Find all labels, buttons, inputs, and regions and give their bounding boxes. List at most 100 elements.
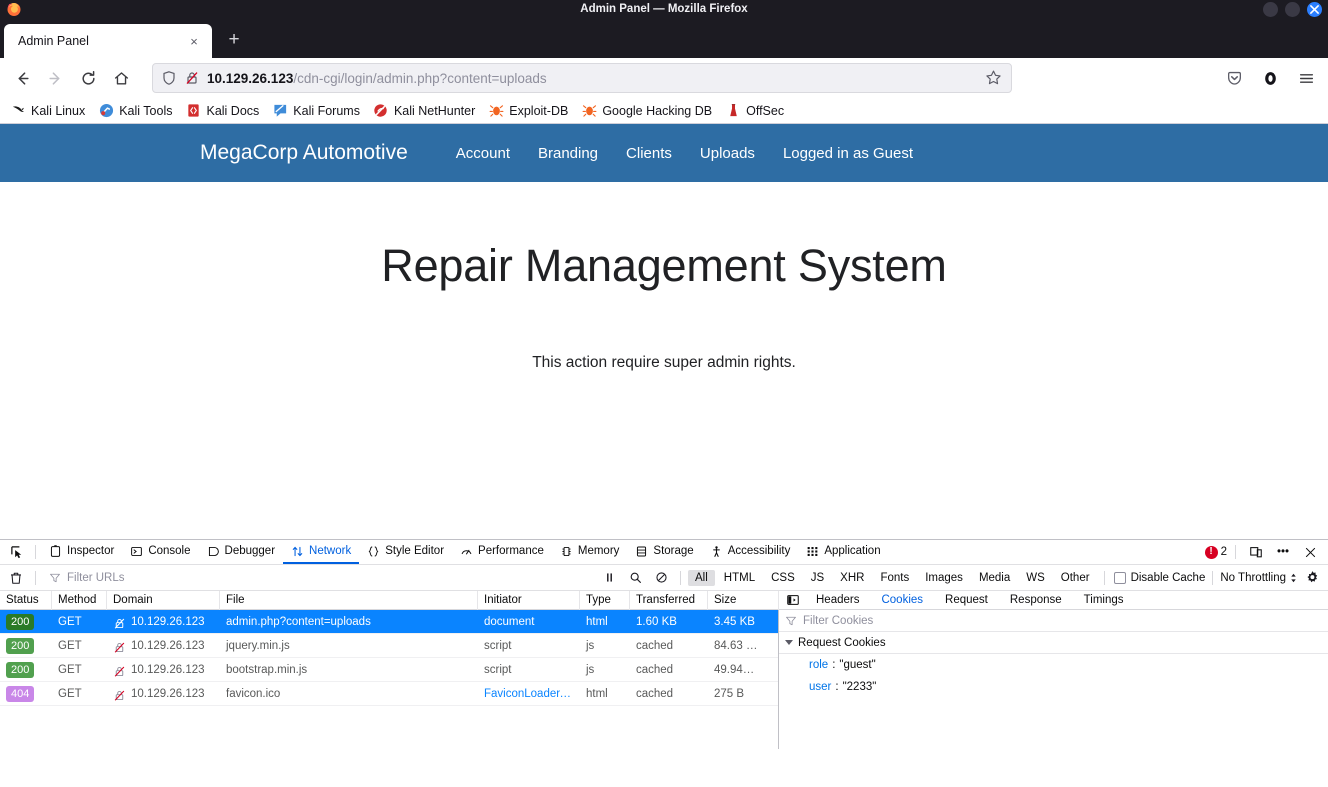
search-icon[interactable] <box>623 567 647 589</box>
network-icon <box>292 546 303 556</box>
close-window-button[interactable] <box>1307 1 1322 17</box>
stepper-arrows-icon <box>1291 573 1296 582</box>
column-header-file[interactable]: File <box>220 590 478 610</box>
devtools-tab-accessibility[interactable]: Accessibility <box>702 540 799 564</box>
filter-cookies-input[interactable]: Filter Cookies <box>779 610 1328 632</box>
table-row[interactable]: 200 GET 10.129.26.123 bootstrap.min.js s… <box>0 658 778 682</box>
cell-size: 3.45 KB <box>714 615 755 628</box>
filter-type-fonts[interactable]: Fonts <box>873 570 916 586</box>
filter-type-js[interactable]: JS <box>804 570 831 586</box>
reload-button[interactable] <box>72 62 104 94</box>
filter-type-html[interactable]: HTML <box>717 570 762 586</box>
table-row[interactable]: 404 GET 10.129.26.123 favicon.ico Favico… <box>0 682 778 706</box>
responsive-design-mode-icon[interactable] <box>1244 541 1268 563</box>
detail-tab-headers[interactable]: Headers <box>805 591 870 609</box>
kali-docs-icon <box>185 103 201 119</box>
filter-type-css[interactable]: CSS <box>764 570 802 586</box>
account-icon[interactable] <box>1254 62 1286 94</box>
cell-type: html <box>586 615 608 628</box>
site-brand[interactable]: MegaCorp Automotive <box>200 141 408 165</box>
bookmark-kali-linux[interactable]: Kali Linux <box>10 103 85 119</box>
column-header-size[interactable]: Size <box>708 590 779 610</box>
bookmark-kali-docs[interactable]: Kali Docs <box>185 103 259 119</box>
shield-icon[interactable] <box>161 70 177 86</box>
nav-link-branding[interactable]: Branding <box>524 145 612 162</box>
new-tab-button[interactable]: + <box>218 24 250 56</box>
network-settings-gear-icon[interactable] <box>1300 567 1324 589</box>
bookmark-star-icon[interactable] <box>985 69 1003 87</box>
element-picker-icon[interactable] <box>4 541 30 563</box>
throttling-dropdown[interactable]: No Throttling <box>1220 572 1298 584</box>
block-requests-icon[interactable] <box>649 567 673 589</box>
filter-type-xhr[interactable]: XHR <box>833 570 871 586</box>
cell-domain: 10.129.26.123 <box>107 634 220 658</box>
pocket-icon[interactable] <box>1218 62 1250 94</box>
column-header-status[interactable]: Status <box>0 590 52 610</box>
close-tab-icon[interactable]: × <box>184 31 204 51</box>
devtools-tab-debugger[interactable]: Debugger <box>199 540 284 564</box>
disable-cache-checkbox[interactable]: Disable Cache <box>1113 571 1205 584</box>
column-header-type[interactable]: Type <box>580 590 630 610</box>
filter-type-other[interactable]: Other <box>1054 570 1097 586</box>
cookie-row[interactable]: role: "guest" <box>779 654 1328 676</box>
app-menu-icon[interactable] <box>1290 62 1322 94</box>
filter-urls-input[interactable]: Filter URLs <box>43 568 595 588</box>
bookmark-offsec[interactable]: OffSec <box>725 103 784 119</box>
devtools-tab-performance[interactable]: Performance <box>452 540 552 564</box>
devtools-toolbar-right: ! 2 ••• <box>1204 541 1324 563</box>
bookmark-kali-nethunter[interactable]: Kali NetHunter <box>373 103 475 119</box>
bookmark-kali-tools[interactable]: Kali Tools <box>98 103 172 119</box>
detail-tab-cookies[interactable]: Cookies <box>870 591 934 609</box>
insecure-connection-icon <box>113 687 126 701</box>
url-text: 10.129.26.123/cdn-cgi/login/admin.php?co… <box>207 71 547 86</box>
browser-tab[interactable]: Admin Panel × <box>4 24 212 58</box>
detail-tab-response[interactable]: Response <box>999 591 1073 609</box>
url-text-container[interactable]: 10.129.26.123/cdn-cgi/login/admin.php?co… <box>207 71 978 86</box>
devtools-tab-application[interactable]: Application <box>798 540 888 564</box>
back-button[interactable] <box>6 62 38 94</box>
tab-label: Application <box>824 545 881 557</box>
bookmark-kali-forums[interactable]: Kali Forums <box>272 103 360 119</box>
filter-type-media[interactable]: Media <box>972 570 1017 586</box>
cookie-row[interactable]: user: "2233" <box>779 676 1328 698</box>
cell-method: GET <box>58 687 82 700</box>
devtools-tab-storage[interactable]: Storage <box>627 540 701 564</box>
bookmark-exploit-db[interactable]: Exploit-DB <box>488 103 568 119</box>
column-header-initiator[interactable]: Initiator <box>478 590 580 610</box>
error-count-badge[interactable]: ! 2 <box>1204 545 1227 559</box>
devtools-tab-memory[interactable]: Memory <box>552 540 628 564</box>
filter-type-ws[interactable]: WS <box>1019 570 1052 586</box>
devtools-more-options-icon[interactable]: ••• <box>1271 541 1295 563</box>
nav-link-clients[interactable]: Clients <box>612 145 686 162</box>
toolbar-divider <box>1235 545 1236 559</box>
devtools-tab-style-editor[interactable]: Style Editor <box>359 540 452 564</box>
toggle-detail-pane-icon[interactable] <box>781 591 805 609</box>
filter-type-all[interactable]: All <box>688 569 715 586</box>
bookmark-google-hacking-db[interactable]: Google Hacking DB <box>581 103 712 119</box>
minimize-button[interactable] <box>1263 1 1278 17</box>
nav-link-uploads[interactable]: Uploads <box>686 145 769 162</box>
table-row[interactable]: 200 GET 10.129.26.123 jquery.min.js scri… <box>0 634 778 658</box>
devtools-tab-console[interactable]: Console <box>122 540 198 564</box>
close-devtools-icon[interactable] <box>1298 541 1322 563</box>
cell-initiator[interactable]: FaviconLoader.js… <box>478 682 580 706</box>
request-cookies-group-header[interactable]: Request Cookies <box>779 632 1328 654</box>
devtools-tab-inspector[interactable]: Inspector <box>41 540 122 564</box>
column-header-domain[interactable]: Domain <box>107 590 220 610</box>
insecure-lock-icon[interactable] <box>184 70 200 86</box>
detail-tab-request[interactable]: Request <box>934 591 999 609</box>
detail-tab-timings[interactable]: Timings <box>1073 591 1135 609</box>
url-bar[interactable]: 10.129.26.123/cdn-cgi/login/admin.php?co… <box>152 63 1012 93</box>
column-header-method[interactable]: Method <box>52 590 107 610</box>
forward-button[interactable] <box>39 62 71 94</box>
clear-requests-icon[interactable] <box>4 567 28 589</box>
column-header-transferred[interactable]: Transferred <box>630 590 708 610</box>
home-button[interactable] <box>105 62 137 94</box>
maximize-button[interactable] <box>1285 1 1300 17</box>
nav-link-account[interactable]: Account <box>442 145 524 162</box>
devtools-tab-network[interactable]: Network <box>283 540 360 564</box>
nav-link-logged-in-as-guest[interactable]: Logged in as Guest <box>769 145 927 162</box>
filter-type-images[interactable]: Images <box>918 570 970 586</box>
table-row[interactable]: 200 GET 10.129.26.123 admin.php?content=… <box>0 610 778 634</box>
pause-requests-icon[interactable] <box>597 567 621 589</box>
